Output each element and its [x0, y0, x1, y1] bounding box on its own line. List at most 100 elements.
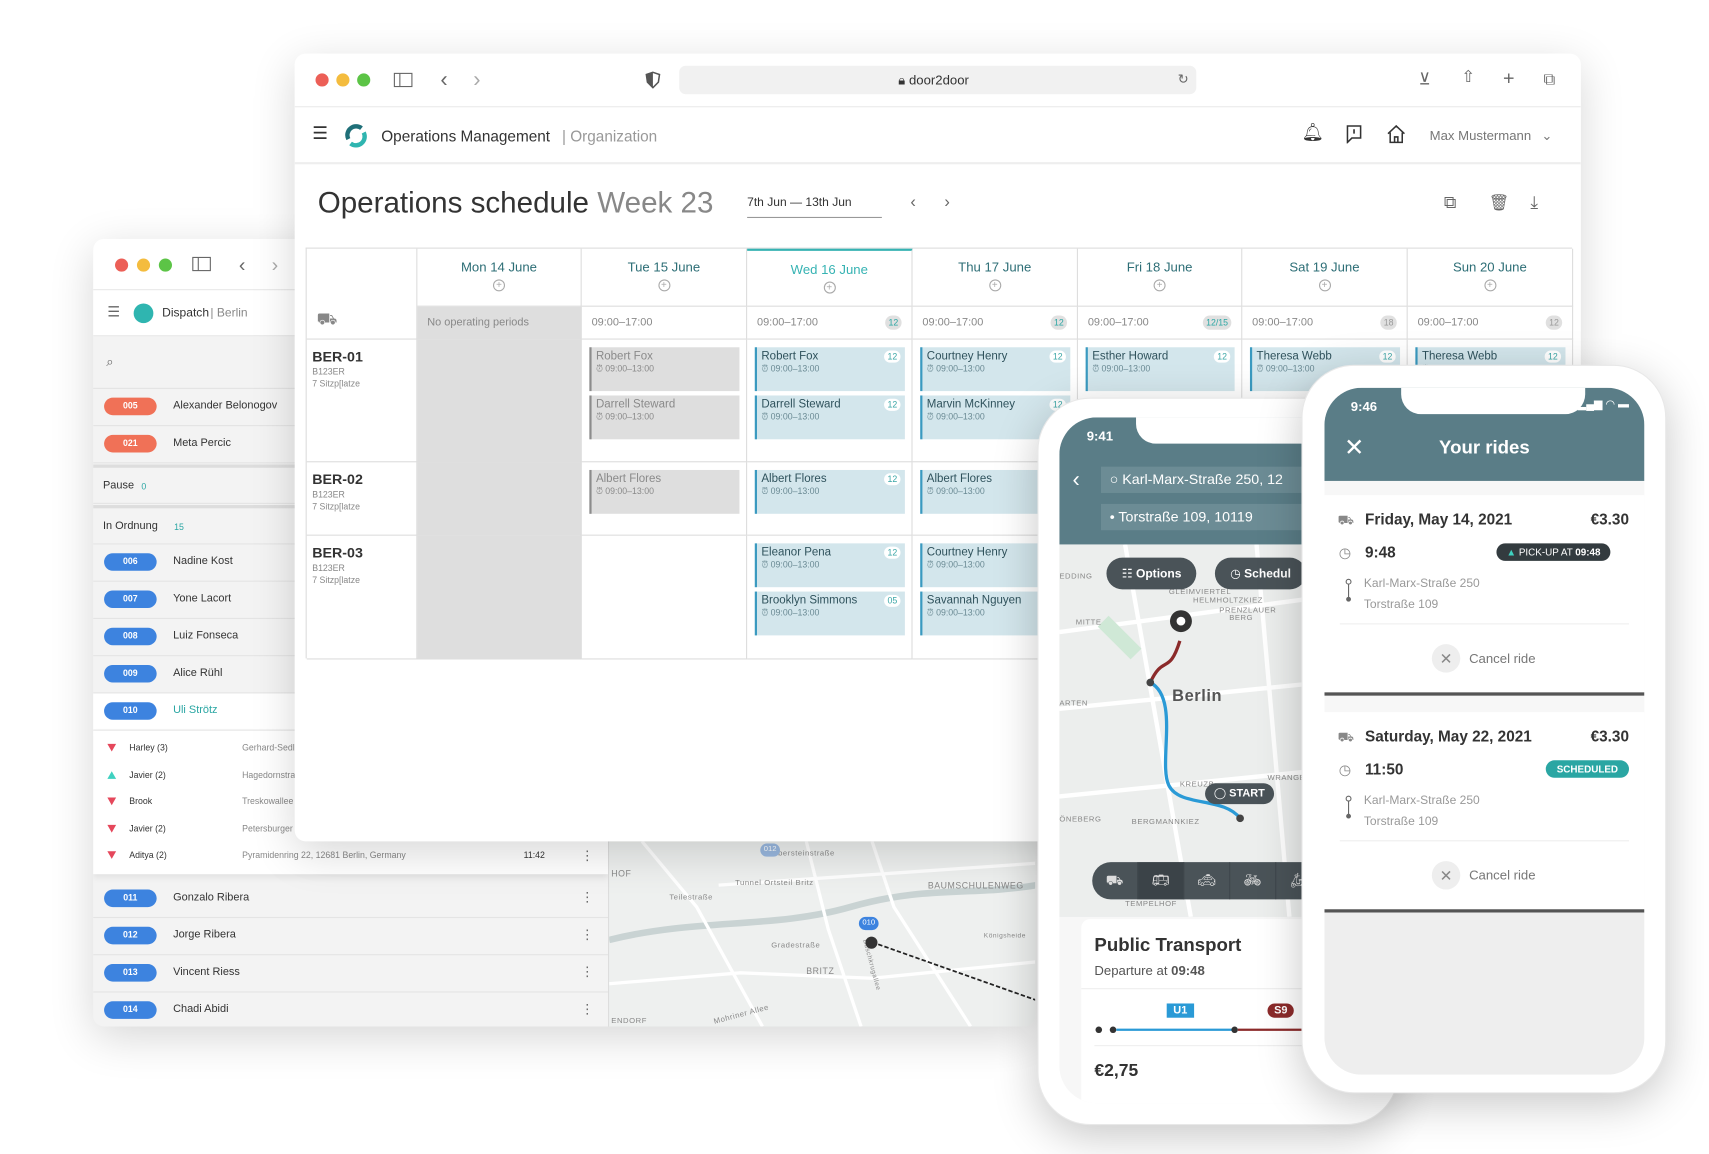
shift-card[interactable]: Darrell Steward ⏰︎ 09:00–13:00 12 — [754, 395, 905, 440]
shift-card[interactable]: Albert Flores ⏰︎ 09:00–13:00 — [589, 469, 740, 514]
schedule-cell[interactable] — [581, 535, 748, 660]
add-shift-icon[interactable]: + — [1318, 279, 1331, 292]
day-header[interactable]: Wed 16 June + — [747, 248, 913, 307]
back-icon[interactable]: ‹ — [239, 255, 246, 275]
more-options-icon[interactable]: ⋮ — [581, 964, 594, 979]
notifications-bell-icon[interactable]: 🔔︎ — [1301, 124, 1323, 143]
section-count: 15 — [174, 522, 184, 533]
taxi-icon[interactable]: 🚕︎ — [1184, 862, 1231, 900]
url-bar[interactable]: 🔒︎ door2door ↻ — [679, 65, 1197, 95]
minimize-window-button[interactable] — [336, 73, 350, 87]
ride-card[interactable]: ⛟ Friday, May 14, 2021 €3.30 ◷ 9:48 ▲ PI… — [1324, 495, 1645, 693]
operating-period[interactable]: 09:00–17:00 12 — [747, 306, 913, 340]
driver-row[interactable]: 013 Vincent Riess ⋮ — [93, 955, 609, 993]
bike-icon[interactable]: 🚲︎ — [1230, 862, 1277, 900]
vehicle-marker[interactable]: 012 — [760, 843, 780, 857]
shift-card[interactable]: Courtney Henry ⏰︎ 09:00–13:00 12 — [920, 347, 1071, 392]
copy-icon[interactable]: ⧉ — [1444, 194, 1457, 213]
van-icon[interactable]: ⛟ — [1092, 862, 1139, 900]
start-marker[interactable]: ◯ START — [1205, 783, 1274, 805]
add-shift-icon[interactable]: + — [823, 281, 836, 294]
more-options-icon[interactable]: ⋮ — [581, 890, 594, 905]
schedule-cell[interactable] — [417, 535, 582, 660]
cancel-ride-button[interactable]: ✕ Cancel ride — [1431, 861, 1536, 890]
add-shift-icon[interactable]: + — [988, 279, 1001, 292]
add-shift-icon[interactable]: + — [1153, 279, 1166, 292]
user-menu[interactable]: Max Mustermann ⌄ — [1430, 128, 1553, 143]
download-icon[interactable]: ⤓ — [1530, 194, 1538, 213]
driver-row[interactable]: 012 Jorge Ribera ⋮ — [93, 918, 609, 956]
menu-icon[interactable]: ☰ — [312, 125, 328, 144]
tabs-overview-icon[interactable]: ⧉ — [1544, 71, 1556, 87]
vehicle-marker[interactable]: 010 — [858, 916, 879, 931]
dispatch-map[interactable]: Silbersteinstraße Tunnel Ortsteil Britz … — [608, 841, 1036, 1027]
day-header[interactable]: Sun 20 June + — [1407, 248, 1574, 307]
date-range-field[interactable]: 7th Jun — 13th Jun — [747, 196, 882, 219]
operating-period[interactable]: 09:00–17:00 12/15 — [1077, 306, 1243, 340]
add-shift-icon[interactable]: + — [1483, 279, 1496, 292]
driver-row[interactable]: 011 Gonzalo Ribera ⋮ — [93, 881, 609, 919]
sidebar-toggle-icon[interactable] — [393, 72, 413, 88]
shift-card[interactable]: Brooklyn Simmons ⏰︎ 09:00–13:00 05 — [754, 591, 905, 636]
day-header[interactable]: Sat 19 June + — [1242, 248, 1408, 307]
shift-card[interactable]: Eleanor Pena ⏰︎ 09:00–13:00 12 — [754, 543, 905, 588]
back-icon[interactable]: ‹ — [440, 69, 447, 91]
next-week-button[interactable]: › — [944, 194, 949, 210]
shift-card[interactable]: Albert Flores ⏰︎ 09:00–13:00 12 — [754, 469, 905, 514]
day-header[interactable]: Thu 17 June + — [912, 248, 1078, 307]
operating-period[interactable]: 09:00–17:00 18 — [1242, 306, 1408, 340]
operating-period[interactable]: 09:00–17:00 12 — [1407, 306, 1574, 340]
close-window-button[interactable] — [315, 73, 329, 87]
more-options-icon[interactable]: ⋮ — [581, 1001, 594, 1016]
day-header[interactable]: Fri 18 June + — [1077, 248, 1243, 307]
share-icon[interactable]: ⇧ — [1461, 69, 1475, 85]
more-options-icon[interactable]: ⋮ — [581, 848, 594, 863]
options-button[interactable]: ☷ Options — [1106, 557, 1197, 590]
forward-icon[interactable]: › — [272, 255, 279, 275]
add-shift-icon[interactable]: + — [657, 279, 670, 292]
operating-period[interactable]: 09:00–17:00 — [581, 306, 748, 340]
forward-icon[interactable]: › — [473, 69, 480, 91]
previous-week-button[interactable]: ‹ — [910, 194, 915, 210]
add-shift-icon[interactable]: + — [492, 279, 506, 292]
ops-label: 09:00–17:00 — [922, 316, 984, 329]
shift-card[interactable]: Robert Fox ⏰︎ 09:00–13:00 12 — [754, 347, 905, 392]
schedule-button[interactable]: ◷ Schedul — [1214, 557, 1307, 590]
schedule-cell[interactable] — [417, 339, 582, 463]
operating-period[interactable]: 09:00–17:00 12 — [912, 306, 1078, 340]
shift-card[interactable]: Esther Howard ⏰︎ 09:00–13:00 12 — [1085, 347, 1235, 392]
stop-row[interactable]: Aditya (2) Pyramidenring 22, 12681 Berlin… — [93, 845, 608, 871]
time-value: 09:00–13:00 — [936, 559, 985, 570]
status-time: 9:41 — [1086, 428, 1114, 444]
bus-icon[interactable]: 🚌︎ — [1138, 862, 1185, 900]
menu-icon[interactable]: ☰ — [107, 305, 120, 319]
download-icon[interactable]: ⊻ — [1419, 71, 1431, 87]
schedule-cell[interactable] — [417, 462, 582, 536]
operating-period[interactable]: No operating periods — [417, 306, 582, 340]
ride-time: 11:50 — [1364, 760, 1404, 778]
more-options-icon[interactable]: ⋮ — [581, 927, 594, 942]
ops-label: 09:00–17:00 — [1417, 316, 1479, 329]
ride-card[interactable]: ⛟ Saturday, May 22, 2021 €3.30 ◷ 11:50 S… — [1324, 712, 1645, 910]
minimize-window-button[interactable] — [136, 258, 151, 272]
trash-icon[interactable]: 🗑︎ — [1489, 195, 1510, 211]
reload-icon[interactable]: ↻ — [1178, 72, 1189, 85]
privacy-shield-icon[interactable] — [645, 71, 661, 89]
feedback-icon[interactable] — [1345, 125, 1363, 144]
driver-row[interactable]: 014 Chadi Abidi ⋮ — [93, 993, 608, 1027]
clock-icon: ◷ — [1338, 761, 1352, 778]
maximize-window-button[interactable] — [357, 73, 371, 87]
day-header[interactable]: Mon 14 June + — [417, 248, 582, 307]
shift-card[interactable]: Darrell Steward ⏰︎ 09:00–13:00 — [589, 395, 740, 440]
close-window-button[interactable] — [115, 258, 129, 272]
home-icon[interactable] — [1387, 124, 1406, 144]
sidebar-toggle-icon[interactable] — [192, 256, 212, 272]
app-header: ☰ Operations Management | Organization 🔔… — [294, 107, 1581, 165]
maximize-window-button[interactable] — [158, 258, 172, 272]
day-header[interactable]: Tue 15 June + — [581, 248, 748, 307]
back-icon[interactable]: ‹ — [1072, 468, 1079, 493]
shift-card[interactable]: Robert Fox ⏰︎ 09:00–13:00 — [589, 347, 740, 392]
new-tab-icon[interactable]: + — [1503, 68, 1515, 88]
cancel-ride-button[interactable]: ✕ Cancel ride — [1431, 644, 1536, 673]
seat-badge: 12 — [1544, 350, 1562, 363]
